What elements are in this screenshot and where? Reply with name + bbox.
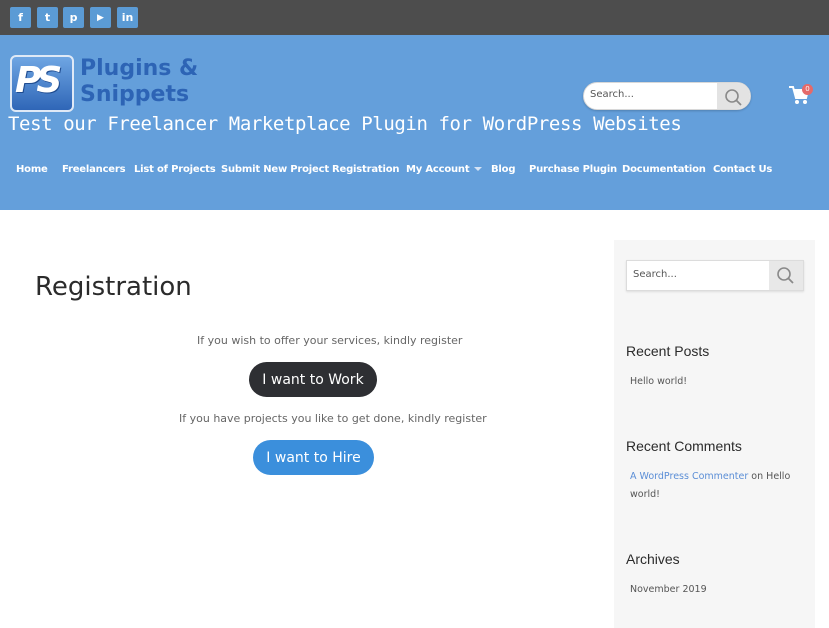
sidebar-search[interactable]: Search... xyxy=(626,260,804,291)
nav-blog[interactable]: Blog xyxy=(491,164,515,175)
nav-home[interactable]: Home xyxy=(16,164,48,175)
nav-submit-new-project[interactable]: Submit New Project xyxy=(221,164,329,175)
site-tagline: Test our Freelancer Marketplace Plugin f… xyxy=(8,113,682,135)
cart-count-badge: 0 xyxy=(802,84,813,95)
twitter-icon[interactable]: t xyxy=(37,7,58,28)
brand-name-line2[interactable]: Snippets xyxy=(80,82,189,108)
nav-my-account[interactable]: My Account xyxy=(406,164,483,175)
want-to-work-button[interactable]: I want to Work xyxy=(249,362,377,397)
nav-list-of-projects[interactable]: List of Projects xyxy=(134,164,216,175)
youtube-icon[interactable]: ▶ xyxy=(90,7,111,28)
facebook-icon[interactable]: f xyxy=(10,7,31,28)
chevron-down-icon xyxy=(474,167,483,171)
header-search[interactable]: Search... xyxy=(583,82,751,110)
sidebar-search-button[interactable] xyxy=(769,261,803,290)
nav-documentation[interactable]: Documentation xyxy=(622,164,706,175)
linkedin-icon[interactable]: in xyxy=(117,7,138,28)
pinterest-icon[interactable]: p xyxy=(63,7,84,28)
header-search-input[interactable]: Search... xyxy=(590,89,634,100)
page-title: Registration xyxy=(35,272,192,302)
site-header: PS Plugins & Snippets Test our Freelance… xyxy=(0,35,829,210)
header-search-button[interactable] xyxy=(717,83,750,109)
social-bar: f t p ▶ in xyxy=(0,0,829,35)
hire-register-note: If you have projects you like to get don… xyxy=(179,412,487,425)
search-icon xyxy=(725,89,742,106)
search-icon xyxy=(777,267,794,284)
archives-title: Archives xyxy=(626,551,680,567)
nav-contact-us[interactable]: Contact Us xyxy=(713,164,772,175)
archive-link[interactable]: November 2019 xyxy=(630,581,707,599)
sidebar-search-input[interactable]: Search... xyxy=(633,269,677,280)
want-to-hire-button[interactable]: I want to Hire xyxy=(253,440,374,475)
brand-name-line1[interactable]: Plugins & xyxy=(80,56,198,82)
comment-author-link[interactable]: A WordPress Commenter xyxy=(630,471,748,482)
comment-on-text: on xyxy=(751,471,764,482)
nav-my-account-label: My Account xyxy=(406,164,470,175)
nav-registration[interactable]: Registration xyxy=(332,164,399,175)
recent-comment-item: A WordPress Commenter on Hello world! xyxy=(630,468,800,504)
recent-post-link[interactable]: Hello world! xyxy=(630,373,687,391)
nav-freelancers[interactable]: Freelancers xyxy=(62,164,126,175)
site-logo[interactable]: PS xyxy=(10,55,74,112)
sidebar xyxy=(614,240,815,628)
logo-mark: PS xyxy=(15,60,62,101)
recent-posts-title: Recent Posts xyxy=(626,343,710,359)
work-register-note: If you wish to offer your services, kind… xyxy=(197,334,463,347)
recent-comments-title: Recent Comments xyxy=(626,438,742,454)
nav-purchase-plugin[interactable]: Purchase Plugin xyxy=(529,164,617,175)
